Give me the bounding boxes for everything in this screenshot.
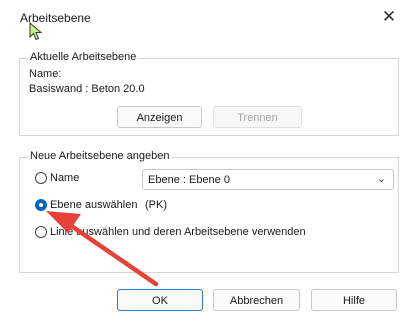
- cancel-button[interactable]: Abbrechen: [213, 289, 300, 311]
- annotation-arrow-icon: [46, 211, 159, 287]
- help-button[interactable]: Hilfe: [311, 289, 397, 311]
- ok-button[interactable]: OK: [117, 289, 203, 311]
